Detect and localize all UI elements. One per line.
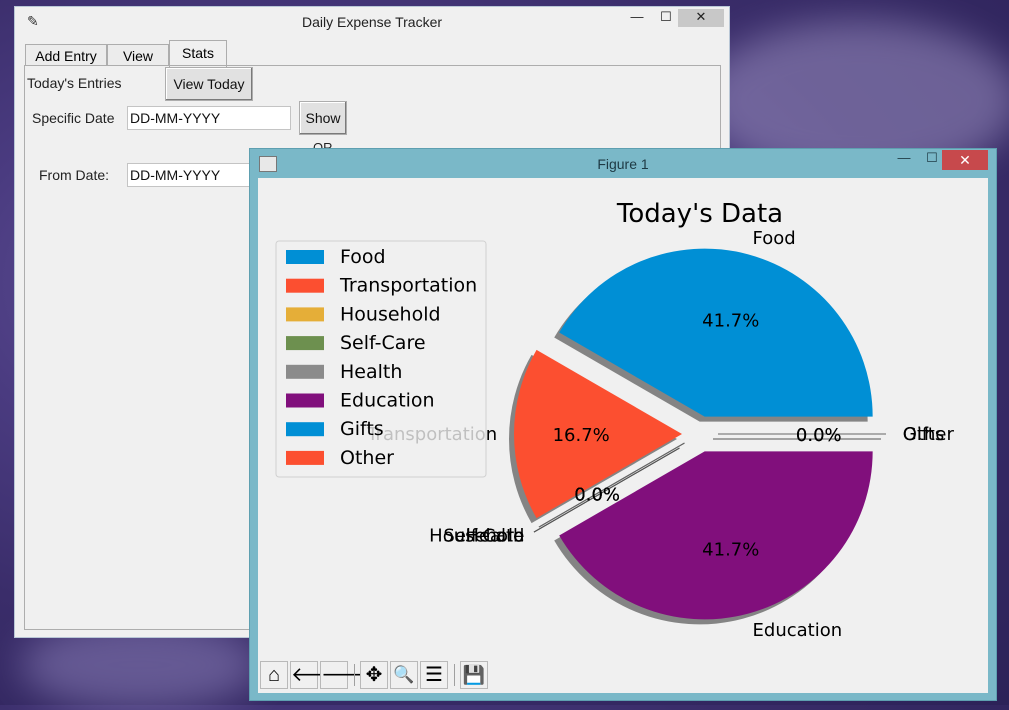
save-icon[interactable]: 💾 bbox=[460, 661, 488, 689]
tab-stats[interactable]: Stats bbox=[169, 40, 227, 67]
legend-label-health: Health bbox=[340, 361, 402, 383]
figure-close-button[interactable]: ✕ bbox=[942, 150, 988, 170]
legend-label-household: Household bbox=[340, 303, 441, 325]
chart-title: Today's Data bbox=[616, 199, 783, 229]
figure-maximize-button[interactable]: ☐ bbox=[922, 150, 942, 168]
configure-subplots-icon[interactable]: ☰ bbox=[420, 661, 448, 689]
maximize-button[interactable]: ☐ bbox=[656, 9, 676, 27]
todays-entries-label: Today's Entries bbox=[27, 75, 122, 91]
figure-minimize-button[interactable]: — bbox=[894, 150, 914, 168]
percent-label-food: 41.7% bbox=[702, 310, 759, 331]
percent-label-health: 0.0% bbox=[574, 484, 620, 505]
percent-label-education: 41.7% bbox=[702, 540, 759, 561]
figure-title-bar: Figure 1 — ☐ ✕ bbox=[250, 149, 996, 177]
title-bar: ✎ Daily Expense Tracker — ☐ ✕ bbox=[15, 7, 729, 37]
pan-icon[interactable]: ✥ bbox=[360, 661, 388, 689]
figure-window: Figure 1 — ☐ ✕ Food 41.7% Transportation 16… bbox=[249, 148, 997, 701]
slice-label-other: Other bbox=[903, 424, 955, 445]
slice-label-education: Education bbox=[753, 620, 843, 641]
zoom-icon[interactable]: 🔍 bbox=[390, 661, 418, 689]
legend-label-self-care: Self-Care bbox=[340, 332, 426, 354]
chart-legend: Food Transportation Household Self-Care Heal… bbox=[275, 240, 487, 478]
figure-canvas: Food 41.7% Transportation 16.7% Household 0.0… bbox=[258, 178, 988, 693]
legend-swatch-transportation bbox=[286, 278, 324, 293]
window-title: Daily Expense Tracker bbox=[301, 14, 443, 30]
toolbar-separator bbox=[454, 664, 455, 686]
show-button[interactable]: Show bbox=[299, 101, 347, 135]
legend-label-other: Other bbox=[340, 447, 394, 469]
specific-date-input[interactable] bbox=[127, 106, 291, 130]
figure-title: Figure 1 bbox=[597, 156, 649, 172]
tab-add-entry[interactable]: Add Entry bbox=[25, 44, 107, 66]
view-today-button[interactable]: View Today bbox=[165, 67, 253, 101]
slice-label-health: Health bbox=[465, 525, 524, 546]
legend-label-transportation: Transportation bbox=[339, 275, 477, 297]
legend-label-gifts: Gifts bbox=[340, 418, 384, 440]
legend-swatch-food bbox=[286, 250, 324, 264]
tab-view[interactable]: View bbox=[107, 44, 169, 66]
legend-swatch-self-care bbox=[286, 336, 324, 351]
legend-swatch-education bbox=[286, 393, 324, 408]
legend-swatch-household bbox=[286, 307, 324, 322]
from-date-label: From Date: bbox=[39, 167, 110, 183]
specific-date-label: Specific Date bbox=[32, 110, 115, 126]
home-icon[interactable]: ⌂ bbox=[260, 661, 288, 689]
close-button[interactable]: ✕ bbox=[678, 9, 724, 27]
legend-swatch-gifts bbox=[286, 422, 324, 437]
legend-swatch-other bbox=[286, 450, 324, 465]
percent-label-other: 0.0% bbox=[796, 425, 842, 446]
legend-swatch-health bbox=[286, 364, 324, 379]
percent-label-transportation: 16.7% bbox=[553, 425, 610, 446]
minimize-button[interactable]: — bbox=[627, 9, 647, 27]
toolbar-separator bbox=[354, 664, 355, 686]
legend-label-education: Education bbox=[340, 390, 435, 412]
back-icon[interactable]: 🡐 bbox=[290, 661, 345, 689]
pie-chart: Food 41.7% Transportation 16.7% Household 0.0… bbox=[275, 199, 955, 641]
slice-label-food: Food bbox=[753, 228, 796, 249]
forward-icon[interactable]: 🡒 bbox=[320, 661, 375, 689]
legend-label-food: Food bbox=[340, 246, 386, 268]
